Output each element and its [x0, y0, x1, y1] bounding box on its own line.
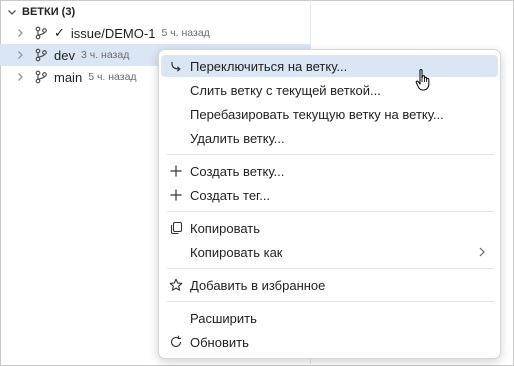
branch-name: issue/DEMO-1: [70, 25, 156, 41]
menu-item-add-to-favorites[interactable]: Добавить в избранное: [161, 274, 498, 296]
chevron-down-icon: [8, 10, 16, 15]
chevron-right-icon[interactable]: [14, 27, 26, 39]
menu-item-label: Копировать как: [190, 244, 283, 260]
menu-separator: [167, 268, 494, 269]
menu-item-label: Переключиться на ветку...: [190, 58, 348, 74]
menu-separator: [167, 154, 494, 155]
menu-separator: [167, 301, 494, 302]
current-branch-check-icon: ✓: [54, 25, 65, 40]
branch-name: main: [54, 69, 83, 85]
menu-item-label: Добавить в избранное: [190, 277, 326, 293]
plus-icon: [168, 163, 184, 179]
branch-icon: [35, 48, 47, 62]
menu-item-label: Перебазировать текущую ветку на ветку...: [190, 106, 444, 122]
menu-item-merge-branch[interactable]: Слить ветку с текущей веткой...: [161, 79, 498, 101]
menu-item-label: Создать ветку...: [190, 163, 285, 179]
menu-item-copy[interactable]: Копировать: [161, 217, 498, 239]
menu-item-create-branch[interactable]: Создать ветку...: [161, 160, 498, 182]
branch-time: 5 ч. назад: [88, 71, 137, 83]
menu-item-rebase-branch[interactable]: Перебазировать текущую ветку на ветку...: [161, 103, 498, 125]
menu-item-delete-branch[interactable]: Удалить ветку...: [161, 127, 498, 149]
menu-separator: [167, 211, 494, 212]
star-icon: [168, 277, 184, 293]
plus-icon: [168, 187, 184, 203]
branch-row-issue-demo-1[interactable]: ✓ issue/DEMO-1 5 ч. назад: [0, 22, 310, 44]
chevron-right-icon[interactable]: [14, 49, 26, 61]
menu-item-refresh[interactable]: Обновить: [161, 331, 498, 353]
chevron-right-icon: [479, 247, 485, 257]
chevron-right-icon[interactable]: [14, 71, 26, 83]
branch-time: 5 ч. назад: [161, 27, 210, 39]
menu-item-create-tag[interactable]: Создать тег...: [161, 184, 498, 206]
menu-item-copy-as[interactable]: Копировать как: [161, 241, 498, 263]
menu-item-label: Удалить ветку...: [190, 130, 285, 146]
branch-icon: [35, 26, 47, 40]
menu-item-label: Создать тег...: [190, 187, 271, 203]
branches-section-title: ВЕТКИ (3): [22, 6, 76, 18]
refresh-icon: [168, 334, 184, 350]
menu-item-checkout-branch[interactable]: Переключиться на ветку...: [161, 55, 498, 77]
branch-name: dev: [54, 47, 75, 63]
menu-item-label: Расширить: [190, 310, 257, 326]
menu-item-label: Слить ветку с текущей веткой...: [190, 82, 381, 98]
branch-context-menu: Переключиться на ветку... Слить ветку с …: [158, 49, 501, 359]
branch-time: 3 ч. назад: [80, 49, 130, 61]
checkout-icon: [168, 58, 184, 74]
branches-section-header[interactable]: ВЕТКИ (3): [6, 5, 75, 19]
menu-item-label: Копировать: [190, 220, 260, 236]
hand-cursor-icon: [415, 69, 430, 91]
copy-icon: [168, 220, 184, 236]
menu-item-expand[interactable]: Расширить: [161, 307, 498, 329]
branch-icon: [35, 70, 47, 84]
menu-item-label: Обновить: [190, 334, 249, 350]
